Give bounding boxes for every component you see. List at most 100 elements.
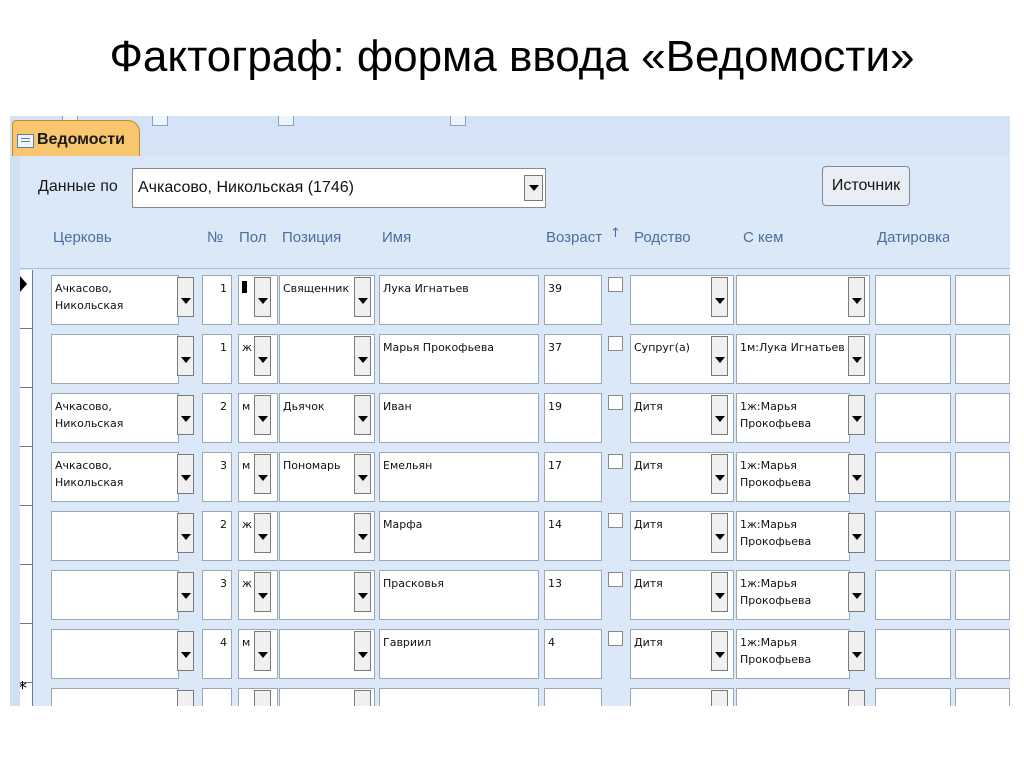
chevron-down-icon[interactable] bbox=[354, 513, 371, 553]
chevron-down-icon[interactable] bbox=[177, 454, 194, 494]
with-field[interactable]: 1ж:Марья Прокофьева bbox=[736, 629, 850, 679]
with-field[interactable]: 1ж:Марья Прокофьева bbox=[736, 452, 850, 502]
extra-field[interactable] bbox=[955, 570, 1010, 620]
chevron-down-icon[interactable] bbox=[254, 631, 271, 671]
row-checkbox[interactable] bbox=[608, 277, 623, 292]
with-field[interactable]: 1ж:Марья Прокофьева bbox=[736, 570, 850, 620]
extra-field[interactable] bbox=[955, 452, 1010, 502]
table-row[interactable]: Ачкасово, Никольская 2 м Дьячок Иван 19 … bbox=[10, 388, 1010, 447]
church-field[interactable]: Ачкасово, Никольская bbox=[51, 452, 179, 502]
filter-combo[interactable]: Ачкасово, Никольская (1746) bbox=[132, 168, 546, 208]
age-field[interactable]: 37 bbox=[544, 334, 602, 384]
chevron-down-icon[interactable] bbox=[848, 690, 865, 706]
chevron-down-icon[interactable] bbox=[354, 572, 371, 612]
chevron-down-icon[interactable] bbox=[254, 690, 271, 706]
chevron-down-icon[interactable] bbox=[354, 454, 371, 494]
row-checkbox[interactable] bbox=[608, 454, 623, 469]
church-field[interactable] bbox=[51, 570, 179, 620]
age-field[interactable]: 13 bbox=[544, 570, 602, 620]
table-row[interactable]: 4 м Гавриил 4 Дитя 1ж:Марья Прокофьева bbox=[10, 624, 1010, 683]
chevron-down-icon[interactable] bbox=[177, 336, 194, 376]
chevron-down-icon[interactable] bbox=[848, 513, 865, 553]
age-field[interactable]: 4 bbox=[544, 629, 602, 679]
tab-vedomosti[interactable]: Ведомости bbox=[12, 120, 140, 157]
dating-field[interactable] bbox=[875, 452, 951, 502]
name-field[interactable]: Марфа bbox=[379, 511, 539, 561]
church-field[interactable] bbox=[51, 511, 179, 561]
dating-field[interactable] bbox=[875, 688, 951, 706]
chevron-down-icon[interactable] bbox=[177, 690, 194, 706]
chevron-down-icon[interactable] bbox=[848, 277, 865, 317]
chevron-down-icon[interactable] bbox=[848, 572, 865, 612]
extra-field[interactable] bbox=[955, 393, 1010, 443]
new-record-row[interactable]: * bbox=[10, 680, 1010, 706]
chevron-down-icon[interactable] bbox=[254, 572, 271, 612]
chevron-down-icon[interactable] bbox=[354, 631, 371, 671]
chevron-down-icon[interactable] bbox=[177, 395, 194, 435]
age-field[interactable]: 14 bbox=[544, 511, 602, 561]
row-checkbox[interactable] bbox=[608, 395, 623, 410]
num-field[interactable]: 1 bbox=[202, 275, 232, 325]
chevron-down-icon[interactable] bbox=[524, 175, 543, 201]
chevron-down-icon[interactable] bbox=[711, 395, 728, 435]
age-field[interactable] bbox=[544, 688, 602, 706]
extra-field[interactable] bbox=[955, 511, 1010, 561]
chevron-down-icon[interactable] bbox=[177, 631, 194, 671]
church-field[interactable] bbox=[51, 629, 179, 679]
dating-field[interactable] bbox=[875, 511, 951, 561]
dating-field[interactable] bbox=[875, 334, 951, 384]
chevron-down-icon[interactable] bbox=[254, 336, 271, 376]
chevron-down-icon[interactable] bbox=[354, 690, 371, 706]
extra-field[interactable] bbox=[955, 275, 1010, 325]
with-field[interactable] bbox=[736, 688, 850, 706]
chevron-down-icon[interactable] bbox=[711, 454, 728, 494]
name-field[interactable]: Марья Прокофьева bbox=[379, 334, 539, 384]
with-field[interactable]: 1ж:Марья Прокофьева bbox=[736, 511, 850, 561]
church-field[interactable]: Ачкасово, Никольская bbox=[51, 275, 179, 325]
name-field[interactable]: Лука Игнатьев bbox=[379, 275, 539, 325]
chevron-down-icon[interactable] bbox=[177, 277, 194, 317]
source-button[interactable]: Источник bbox=[822, 166, 910, 206]
church-field[interactable] bbox=[51, 688, 179, 706]
row-checkbox[interactable] bbox=[608, 631, 623, 646]
name-field[interactable]: Гавриил bbox=[379, 629, 539, 679]
num-field[interactable]: 2 bbox=[202, 393, 232, 443]
name-field[interactable] bbox=[379, 688, 539, 706]
num-field[interactable]: 1 bbox=[202, 334, 232, 384]
name-field[interactable]: Иван bbox=[379, 393, 539, 443]
chevron-down-icon[interactable] bbox=[354, 277, 371, 317]
chevron-down-icon[interactable] bbox=[711, 513, 728, 553]
table-row[interactable]: Ачкасово, Никольская 1 Священник Лука Иг… bbox=[10, 270, 1010, 329]
age-field[interactable]: 17 bbox=[544, 452, 602, 502]
chevron-down-icon[interactable] bbox=[254, 277, 271, 317]
dating-field[interactable] bbox=[875, 570, 951, 620]
chevron-down-icon[interactable] bbox=[177, 513, 194, 553]
chevron-down-icon[interactable] bbox=[848, 631, 865, 671]
name-field[interactable]: Прасковья bbox=[379, 570, 539, 620]
name-field[interactable]: Емельян bbox=[379, 452, 539, 502]
chevron-down-icon[interactable] bbox=[848, 395, 865, 435]
num-field[interactable]: 4 bbox=[202, 629, 232, 679]
chevron-down-icon[interactable] bbox=[354, 395, 371, 435]
num-field[interactable]: 3 bbox=[202, 452, 232, 502]
extra-field[interactable] bbox=[955, 688, 1010, 706]
chevron-down-icon[interactable] bbox=[711, 631, 728, 671]
dating-field[interactable] bbox=[875, 393, 951, 443]
extra-field[interactable] bbox=[955, 334, 1010, 384]
chevron-down-icon[interactable] bbox=[354, 336, 371, 376]
age-field[interactable]: 39 bbox=[544, 275, 602, 325]
row-checkbox[interactable] bbox=[608, 336, 623, 351]
church-field[interactable]: Ачкасово, Никольская bbox=[51, 393, 179, 443]
chevron-down-icon[interactable] bbox=[254, 395, 271, 435]
table-row[interactable]: 1 ж Марья Прокофьева 37 Супруг(а) 1м:Лук… bbox=[10, 329, 1010, 388]
num-field[interactable] bbox=[202, 688, 232, 706]
num-field[interactable]: 2 bbox=[202, 511, 232, 561]
chevron-down-icon[interactable] bbox=[711, 277, 728, 317]
chevron-down-icon[interactable] bbox=[711, 572, 728, 612]
chevron-down-icon[interactable] bbox=[848, 336, 865, 376]
chevron-down-icon[interactable] bbox=[177, 572, 194, 612]
chevron-down-icon[interactable] bbox=[254, 513, 271, 553]
row-checkbox[interactable] bbox=[608, 572, 623, 587]
with-field[interactable]: 1ж:Марья Прокофьева bbox=[736, 393, 850, 443]
row-checkbox[interactable] bbox=[608, 513, 623, 528]
